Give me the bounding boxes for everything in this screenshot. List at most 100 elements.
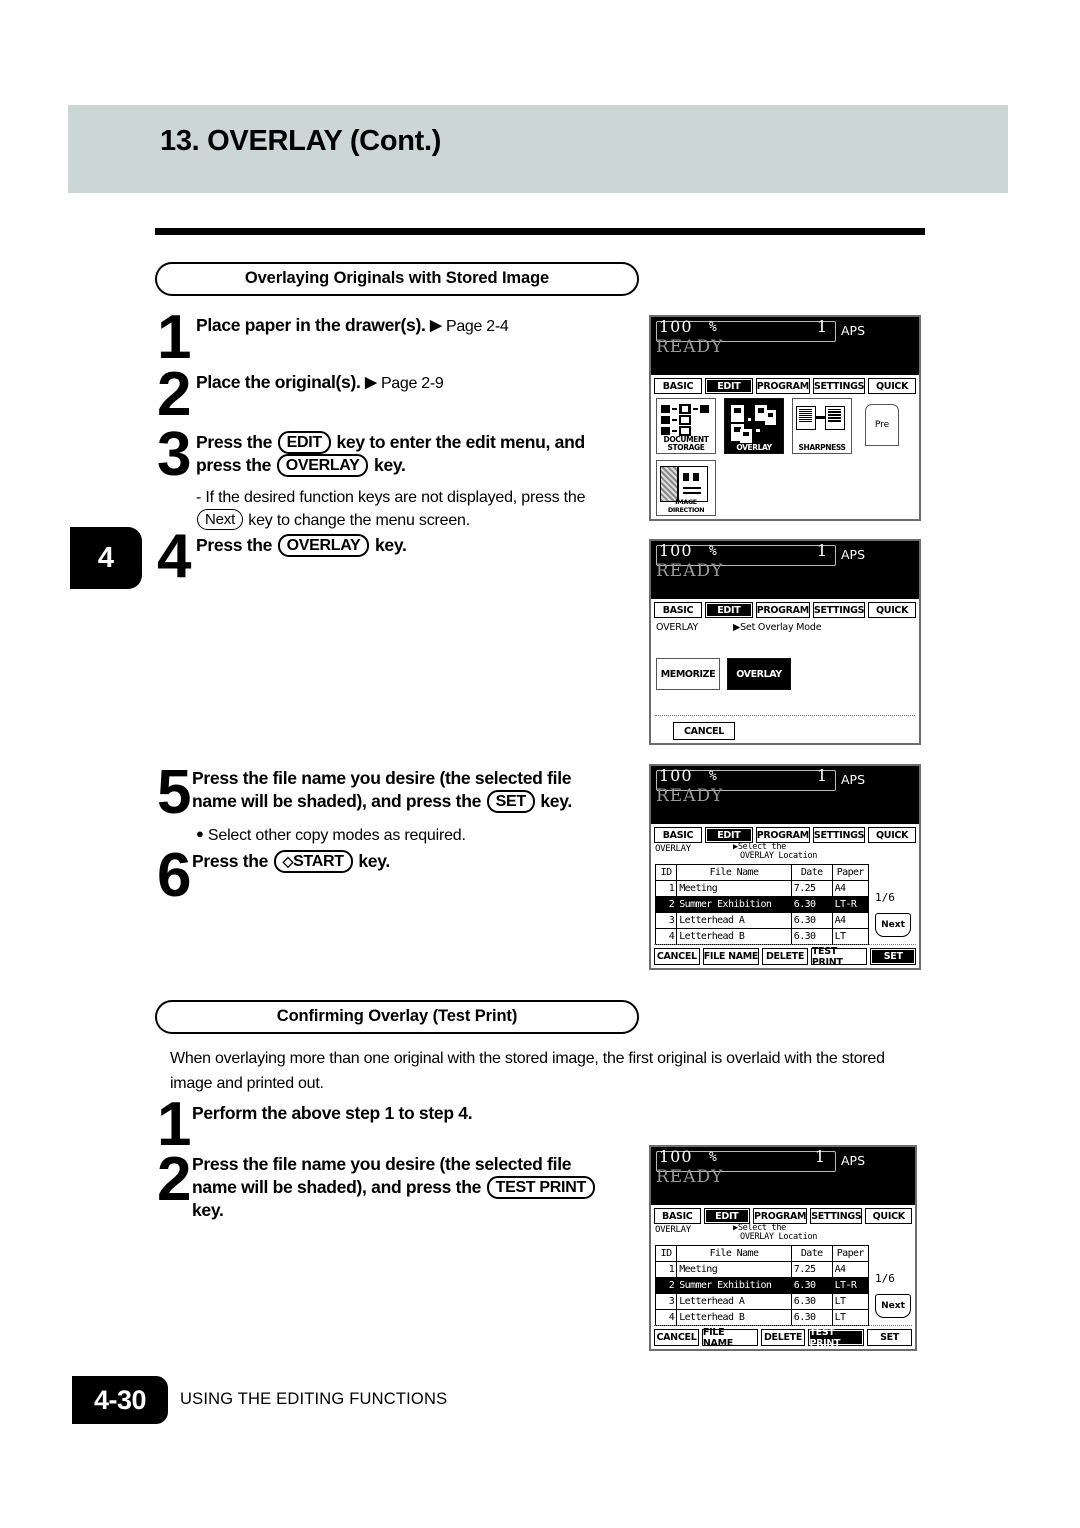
overlay-button[interactable]: OVERLAY (727, 658, 791, 690)
overlay-key-cap: OVERLAY (276, 454, 369, 477)
delete-button[interactable]: DELETE (762, 948, 808, 965)
tab-basic[interactable]: BASIC (654, 826, 702, 843)
next-key-cap: Next (197, 509, 244, 530)
step-1-main: Place paper in the drawer(s). (196, 315, 426, 335)
cancel-button[interactable]: CANCEL (673, 722, 735, 740)
next-page-button[interactable]: Next (875, 913, 911, 937)
tab-settings[interactable]: SETTINGS (810, 1207, 863, 1224)
test-print-button[interactable]: TEST PRINT (810, 946, 868, 968)
cell-paper: A4 (831, 912, 870, 929)
cell-id: 4 (654, 928, 678, 945)
table-row[interactable]: 3 Letterhead A 6.30 LT (654, 1293, 870, 1310)
tab-program[interactable]: PROGRAM (755, 601, 810, 618)
test-print-key-cap: TEST PRINT (486, 1176, 595, 1199)
function-key-overlay[interactable]: OVERLAY (724, 398, 784, 454)
paper-mode-label: APS (841, 547, 866, 562)
confirm-step-1-text: Perform the above step 1 to step 4. (192, 1103, 473, 1123)
divider (654, 944, 916, 945)
function-key-label: OVERLAY (736, 443, 772, 452)
start-key-cap: ◇START (273, 850, 353, 873)
table-row[interactable]: 3 Letterhead A 6.30 A4 (654, 912, 870, 929)
function-key-image-direction[interactable]: IMAGE DIRECTION (656, 460, 716, 516)
test-print-button[interactable]: TEST PRINT (808, 1327, 865, 1349)
function-key-document-storage[interactable]: DOCUMENT STORAGE (656, 398, 716, 454)
tab-basic[interactable]: BASIC (654, 1207, 701, 1224)
table-row[interactable]: 1 Meeting 7.25 A4 (654, 880, 870, 897)
confirm-step-number-1: 1 (157, 1090, 192, 1159)
tab-edit[interactable]: EDIT (704, 377, 753, 394)
lcd-button-row: CANCEL FILE NAME DELETE TEST PRINT SET (654, 1327, 912, 1349)
tab-program[interactable]: PROGRAM (753, 1207, 808, 1224)
lcd-panel-file-list-test-print: 100 % 1 APS READY BASIC EDIT PROGRAM SET… (649, 1145, 917, 1351)
cell-id: 2 (654, 896, 678, 913)
tab-quick[interactable]: QUICK (868, 601, 917, 618)
next-page-button[interactable]: Next (875, 1294, 911, 1318)
percent-symbol: % (709, 320, 717, 335)
step-number-2: 2 (157, 360, 192, 429)
cancel-button[interactable]: CANCEL (654, 948, 700, 965)
arrow-icon: ▶ (430, 317, 442, 334)
table-row-selected[interactable]: 2 Summer Exhibition 6.30 LT-R (654, 896, 870, 913)
function-key-label: DOCUMENT STORAGE (663, 435, 709, 452)
confirm-step-2-tail: key. (192, 1200, 224, 1220)
column-header-file-name: File Name (676, 864, 792, 881)
lcd-status-bar: 100 % 1 APS READY (651, 766, 919, 823)
cell-date: 6.30 (790, 1293, 833, 1310)
table-header-row: ID File Name Date Paper (654, 1245, 870, 1262)
step-5-text: Press the file name you desire (the sele… (192, 767, 652, 813)
tab-settings[interactable]: SETTINGS (812, 377, 866, 394)
lcd-status-bar: 100 % 1 APS READY (651, 541, 919, 598)
cell-date: 7.25 (790, 1261, 833, 1278)
confirm-step-2-text: Press the file name you desire (the sele… (192, 1153, 662, 1222)
delete-button[interactable]: DELETE (760, 1329, 806, 1346)
list-prompt: ▶Select the OVERLAY Location (733, 1224, 817, 1242)
tab-basic[interactable]: BASIC (654, 601, 702, 618)
tab-settings[interactable]: SETTINGS (812, 826, 866, 843)
overlay-icon (725, 402, 783, 443)
step-number-5: 5 (157, 758, 192, 827)
footer-section-title: USING THE EDITING FUNCTIONS (180, 1390, 448, 1408)
tab-quick[interactable]: QUICK (868, 826, 917, 843)
tab-quick[interactable]: QUICK (868, 377, 917, 394)
tab-edit[interactable]: EDIT (704, 826, 753, 843)
overlay-key-cap: OVERLAY (277, 534, 370, 557)
lcd-tab-row: BASIC EDIT PROGRAM SETTINGS QUICK (651, 598, 919, 618)
list-prompt-line2: OVERLAY Location (740, 851, 818, 861)
step-5-bullet-text: Select other copy modes as required. (207, 827, 466, 844)
memorize-button[interactable]: MEMORIZE (656, 658, 720, 690)
set-button[interactable]: SET (867, 1329, 912, 1346)
cell-paper: A4 (831, 880, 870, 897)
file-name-button[interactable]: FILE NAME (701, 1327, 758, 1349)
tab-program[interactable]: PROGRAM (755, 826, 810, 843)
function-key-label: SHARPNESS (798, 443, 846, 452)
cell-id: 2 (654, 1277, 678, 1294)
tab-program[interactable]: PROGRAM (755, 377, 810, 394)
cell-date: 6.30 (790, 928, 833, 945)
tab-basic[interactable]: BASIC (654, 377, 702, 394)
table-row-selected[interactable]: 2 Summer Exhibition 6.30 LT-R (654, 1277, 870, 1294)
tab-edit[interactable]: EDIT (704, 601, 753, 618)
table-row[interactable]: 1 Meeting 7.25 A4 (654, 1261, 870, 1278)
set-button[interactable]: SET (870, 948, 917, 965)
cell-file-name: Summer Exhibition (676, 896, 792, 913)
zoom-ratio: 100 (659, 541, 693, 560)
function-key-preview-partial[interactable]: Pre (865, 404, 899, 446)
confirm-step-number-2: 2 (157, 1145, 192, 1214)
file-name-button[interactable]: FILE NAME (702, 948, 760, 965)
step-3-note-a: - If the desired function keys are not d… (196, 489, 586, 506)
cancel-button[interactable]: CANCEL (654, 1329, 699, 1346)
step-number-3: 3 (157, 420, 192, 489)
confirm-step-2-line2: name will be shaded), and press the (192, 1177, 482, 1197)
file-list-table: ID File Name Date Paper 1 Meeting 7.25 A… (654, 1245, 870, 1326)
tab-quick[interactable]: QUICK (865, 1207, 912, 1224)
table-row[interactable]: 4 Letterhead B 6.30 LT (654, 928, 870, 945)
step-5-line2: name will be shaded), and press the (192, 791, 482, 811)
step-5-line1: Press the file name you desire (the sele… (192, 768, 572, 788)
paper-mode-label: APS (841, 323, 866, 338)
page-title: 13. OVERLAY (Cont.) (160, 125, 442, 157)
step-number-4: 4 (157, 522, 192, 591)
tab-edit[interactable]: EDIT (703, 1207, 751, 1224)
function-key-sharpness[interactable]: SHARPNESS (792, 398, 852, 454)
table-row[interactable]: 4 Letterhead B 6.30 LT (654, 1309, 870, 1326)
tab-settings[interactable]: SETTINGS (812, 601, 866, 618)
